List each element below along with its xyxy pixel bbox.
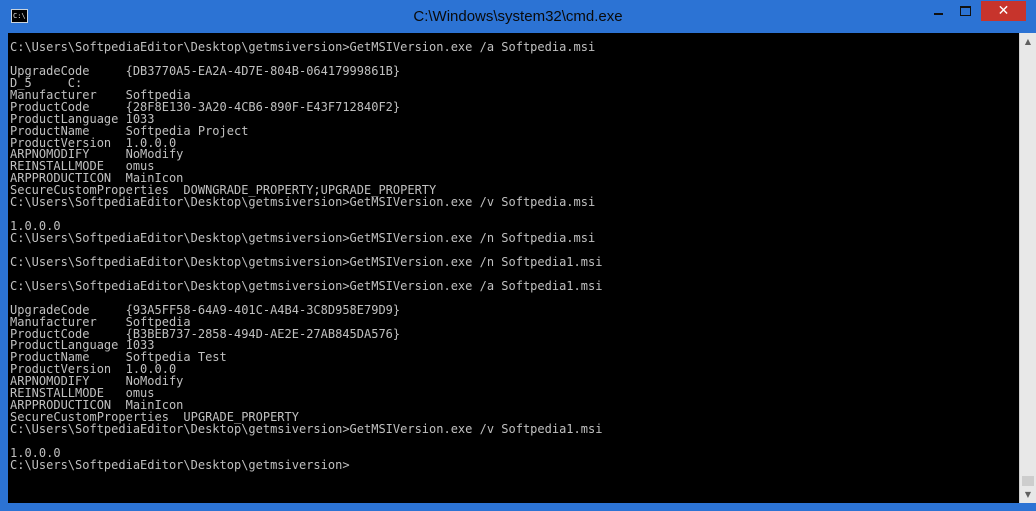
minimize-button[interactable] [925, 1, 952, 21]
console-line: C:\Users\SoftpediaEditor\Desktop\getmsiv… [10, 231, 596, 245]
console-text: C:\Users\SoftpediaEditor\Desktop\getmsiv… [10, 40, 603, 472]
maximize-button[interactable] [952, 1, 979, 21]
console-line: UpgradeCode {DB3770A5-EA2A-4D7E-804B-064… [10, 63, 401, 78]
window-bottom-border [0, 503, 1036, 511]
console-line: C:\Users\SoftpediaEditor\Desktop\getmsiv… [10, 457, 350, 472]
close-icon: ✕ [997, 3, 1010, 19]
scroll-thumb[interactable] [1022, 476, 1034, 486]
console-line: C:\Users\SoftpediaEditor\Desktop\getmsiv… [10, 278, 603, 293]
scroll-up-arrow-icon[interactable]: ▲ [1020, 33, 1036, 50]
minimize-icon [934, 13, 943, 15]
console-line: C:\Users\SoftpediaEditor\Desktop\getmsiv… [10, 195, 596, 210]
title-bar[interactable]: C:\ C:\Windows\system32\cmd.exe ✕ [0, 0, 1036, 33]
console-line: C:\Users\SoftpediaEditor\Desktop\getmsiv… [10, 254, 603, 269]
scroll-down-arrow-icon[interactable]: ▼ [1020, 486, 1036, 503]
vertical-scrollbar[interactable]: ▲ ▼ [1019, 33, 1036, 503]
close-button[interactable]: ✕ [981, 1, 1026, 21]
cmd-window: C:\ C:\Windows\system32\cmd.exe ✕ C:\Use… [0, 0, 1036, 511]
console-line: C:\Users\SoftpediaEditor\Desktop\getmsiv… [10, 422, 603, 436]
console-line: C:\Users\SoftpediaEditor\Desktop\getmsiv… [10, 40, 596, 54]
console-output[interactable]: C:\Users\SoftpediaEditor\Desktop\getmsiv… [8, 33, 1019, 503]
window-title: C:\Windows\system32\cmd.exe [413, 8, 623, 25]
maximize-icon [960, 6, 971, 16]
